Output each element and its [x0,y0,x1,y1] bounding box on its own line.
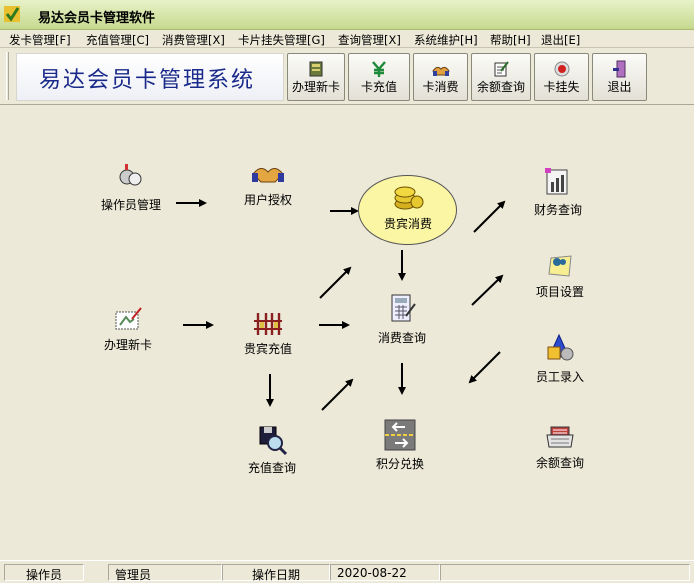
arrow-consume-to-finance [473,200,506,233]
balance-query-node[interactable]: 余额查询 [531,421,589,471]
finance-query-node[interactable]: 财务查询 [530,166,586,218]
keys-icon [119,164,142,186]
consume-query-label: 消费查询 [377,331,426,345]
vip-consume-label: 贵宾消费 [383,217,432,231]
exchange-arrows-icon [384,419,416,451]
finance-query-label: 财务查询 [533,203,582,217]
arrow-recharge-up [319,266,352,299]
cash-register-icon [546,426,574,448]
status-operator-value: 管理员 [108,564,222,582]
status-date-value: 2020-08-22 [330,564,440,581]
project-settings-label: 项目设置 [535,285,584,299]
vip-recharge-node[interactable]: 贵宾充值 [240,309,296,357]
arrow-rquery-up [321,378,354,411]
arrow-query-to-project [471,274,504,306]
employee-entry-node[interactable]: 员工录入 [532,333,588,385]
project-settings-node[interactable]: 项目设置 [532,250,588,300]
points-exchange-label: 积分兑换 [375,457,424,471]
status-spare-panel [440,564,690,581]
handshake-icon [252,168,284,183]
status-date-label: 操作日期 [222,564,330,582]
recharge-query-label: 充值查询 [247,461,296,475]
vip-consume-node[interactable]: 贵宾消费 [380,184,436,232]
gold-coins-icon [394,186,424,210]
settings-note-icon [548,255,572,277]
user-auth-label: 用户授权 [243,193,292,207]
status-bar: 操作员 管理员 操作日期 2020-08-22 [0,560,694,583]
balance-query-label: 余额查询 [535,456,584,470]
employee-entry-label: 员工录入 [535,370,584,384]
operator-admin-node[interactable]: 操作员管理 [98,161,164,213]
vip-recharge-label: 贵宾充值 [243,342,292,356]
new-card-node[interactable]: 办理新卡 [100,305,156,353]
arrow-employee-to-query [468,351,501,384]
workflow-arrows [176,199,506,411]
status-operator-label: 操作员 [4,564,84,582]
calculator-icon [391,294,416,322]
finance-chart-icon [545,168,568,195]
disk-search-icon [259,426,288,456]
recharge-rack-icon [254,313,282,335]
consume-query-node[interactable]: 消费查询 [374,292,430,346]
user-auth-node[interactable]: 用户授权 [240,160,296,208]
new-card-icon [115,307,142,330]
operator-admin-label: 操作员管理 [100,198,161,212]
shapes-icon [547,333,574,361]
recharge-query-node[interactable]: 充值查询 [244,424,300,476]
new-card-label: 办理新卡 [103,338,152,352]
points-exchange-node[interactable]: 积分兑换 [372,418,428,472]
